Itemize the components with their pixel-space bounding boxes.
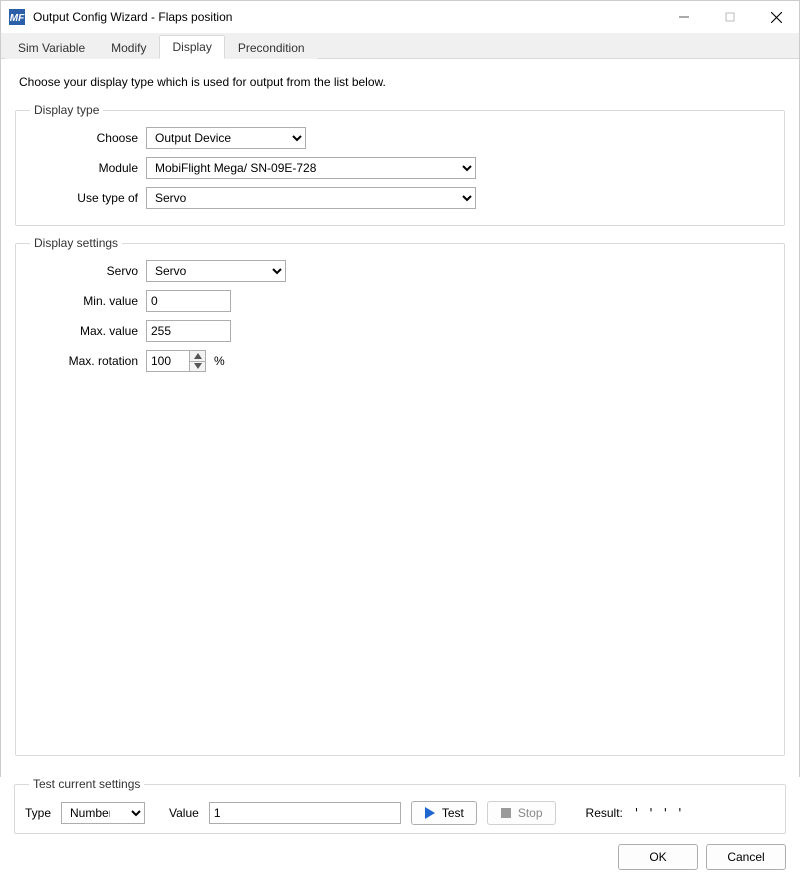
bottom-area: Test current settings Type Number Value …	[0, 777, 800, 882]
result-value: ' ' ' '	[633, 806, 684, 820]
test-value-input[interactable]	[209, 802, 401, 824]
test-value-label: Value	[169, 806, 199, 820]
module-combo[interactable]: MobiFlight Mega/ SN-09E-728	[146, 157, 476, 179]
stop-button[interactable]: Stop	[487, 801, 556, 825]
test-button-label: Test	[442, 806, 464, 820]
tab-modify[interactable]: Modify	[98, 36, 159, 59]
rotation-unit: %	[214, 354, 225, 368]
stop-icon	[500, 807, 512, 819]
max-value-input[interactable]	[146, 320, 231, 342]
test-button[interactable]: Test	[411, 801, 477, 825]
window-title: Output Config Wizard - Flaps position	[33, 10, 232, 24]
tab-display[interactable]: Display	[159, 35, 224, 59]
maximize-button[interactable]	[707, 1, 753, 33]
play-icon	[424, 807, 436, 819]
stop-button-label: Stop	[518, 806, 543, 820]
tab-precondition[interactable]: Precondition	[225, 36, 318, 59]
max-rotation-label: Max. rotation	[26, 354, 146, 368]
module-label: Module	[26, 161, 146, 175]
min-value-label: Min. value	[26, 294, 146, 308]
dialog-buttons: OK Cancel	[14, 844, 786, 870]
instruction-text: Choose your display type which is used f…	[19, 75, 785, 89]
servo-label: Servo	[26, 264, 146, 278]
use-type-of-label: Use type of	[26, 191, 146, 205]
close-button[interactable]	[753, 1, 799, 33]
ok-button[interactable]: OK	[618, 844, 698, 870]
display-settings-group: Display settings Servo Servo Min. value …	[15, 236, 785, 756]
display-type-legend: Display type	[30, 103, 103, 117]
spinner-up-icon[interactable]	[190, 351, 205, 362]
test-settings-group: Test current settings Type Number Value …	[14, 777, 786, 834]
min-value-input[interactable]	[146, 290, 231, 312]
max-rotation-spinner[interactable]	[189, 351, 205, 371]
spinner-down-icon[interactable]	[190, 362, 205, 372]
cancel-button[interactable]: Cancel	[706, 844, 786, 870]
content-area: Choose your display type which is used f…	[1, 59, 799, 756]
display-type-group: Display type Choose Output Device Module…	[15, 103, 785, 226]
max-value-label: Max. value	[26, 324, 146, 338]
svg-text:MF: MF	[10, 13, 25, 24]
test-type-combo[interactable]: Number	[61, 802, 145, 824]
tab-sim-variable[interactable]: Sim Variable	[5, 36, 98, 59]
servo-combo[interactable]: Servo	[146, 260, 286, 282]
title-bar: MF Output Config Wizard - Flaps position	[1, 1, 799, 33]
minimize-button[interactable]	[661, 1, 707, 33]
test-type-label: Type	[25, 806, 51, 820]
result-label: Result:	[586, 806, 623, 820]
choose-label: Choose	[26, 131, 146, 145]
app-icon: MF	[9, 9, 25, 25]
use-type-of-combo[interactable]: Servo	[146, 187, 476, 209]
test-settings-legend: Test current settings	[29, 777, 144, 791]
window-controls	[661, 1, 799, 33]
tab-bar: Sim Variable Modify Display Precondition	[1, 33, 799, 59]
choose-combo[interactable]: Output Device	[146, 127, 306, 149]
display-settings-legend: Display settings	[30, 236, 122, 250]
